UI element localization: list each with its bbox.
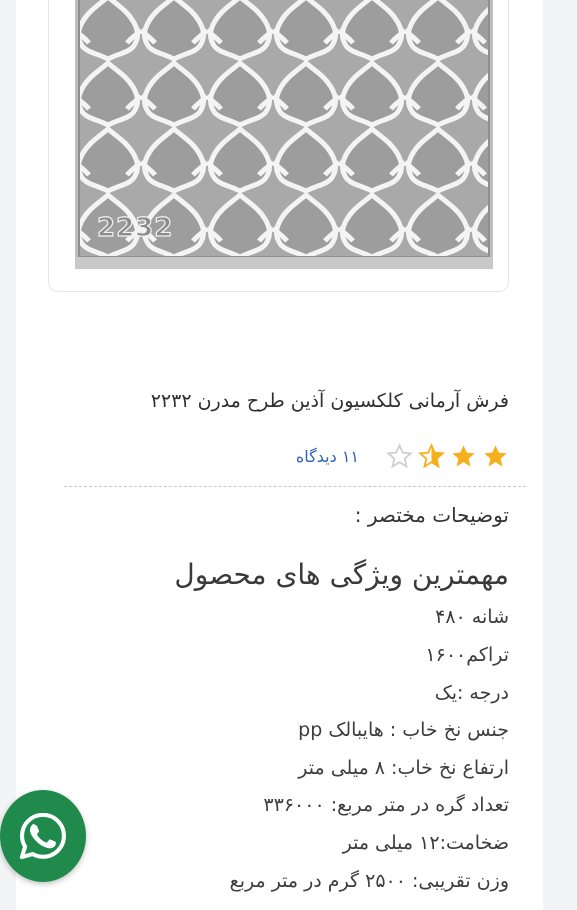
feature-item: تراکم۱۶۰۰: [425, 644, 509, 666]
product-title: فرش آرمانی کلکسیون آذین طرح مدرن ۲۲۳۲: [150, 390, 509, 412]
feature-item: جنس نخ خاب : هایبالک pp: [298, 719, 509, 741]
short-description-title: توضیحات مختصر :: [354, 503, 509, 527]
whatsapp-button[interactable]: [0, 790, 86, 882]
star-icon: [450, 443, 477, 470]
star-empty-icon: [386, 442, 413, 470]
feature-item: تعداد گره در متر مربع: ۳۳۶۰۰۰: [263, 794, 509, 816]
features-heading: مهمترین ویژگی های محصول: [174, 558, 509, 591]
product-image[interactable]: 2232: [75, 0, 493, 269]
feature-item: درجه :یک: [434, 682, 509, 704]
rug-code-label: 2232: [96, 212, 174, 243]
product-image-frame[interactable]: 2232: [48, 0, 509, 292]
divider: [64, 486, 526, 487]
star-half-icon: [418, 442, 445, 470]
feature-item: ارتفاع نخ خاب: ۸ میلی متر: [298, 757, 509, 779]
whatsapp-icon: [19, 812, 66, 860]
star-icon: [482, 443, 509, 470]
feature-item: شانه ۴۸۰: [435, 606, 509, 628]
rating-row: ۱۱ دیدگاه: [296, 440, 509, 472]
product-card: 2232 فرش آرمانی کلکسیون آذین طرح مدرن ۲۲…: [16, 0, 543, 910]
feature-item: ضخامت:۱۲ میلی متر: [342, 832, 509, 854]
feature-item: وزن تقریبی: ۲۵۰۰ گرم در متر مربع: [229, 870, 509, 892]
reviews-link[interactable]: ۱۱ دیدگاه: [296, 447, 359, 466]
